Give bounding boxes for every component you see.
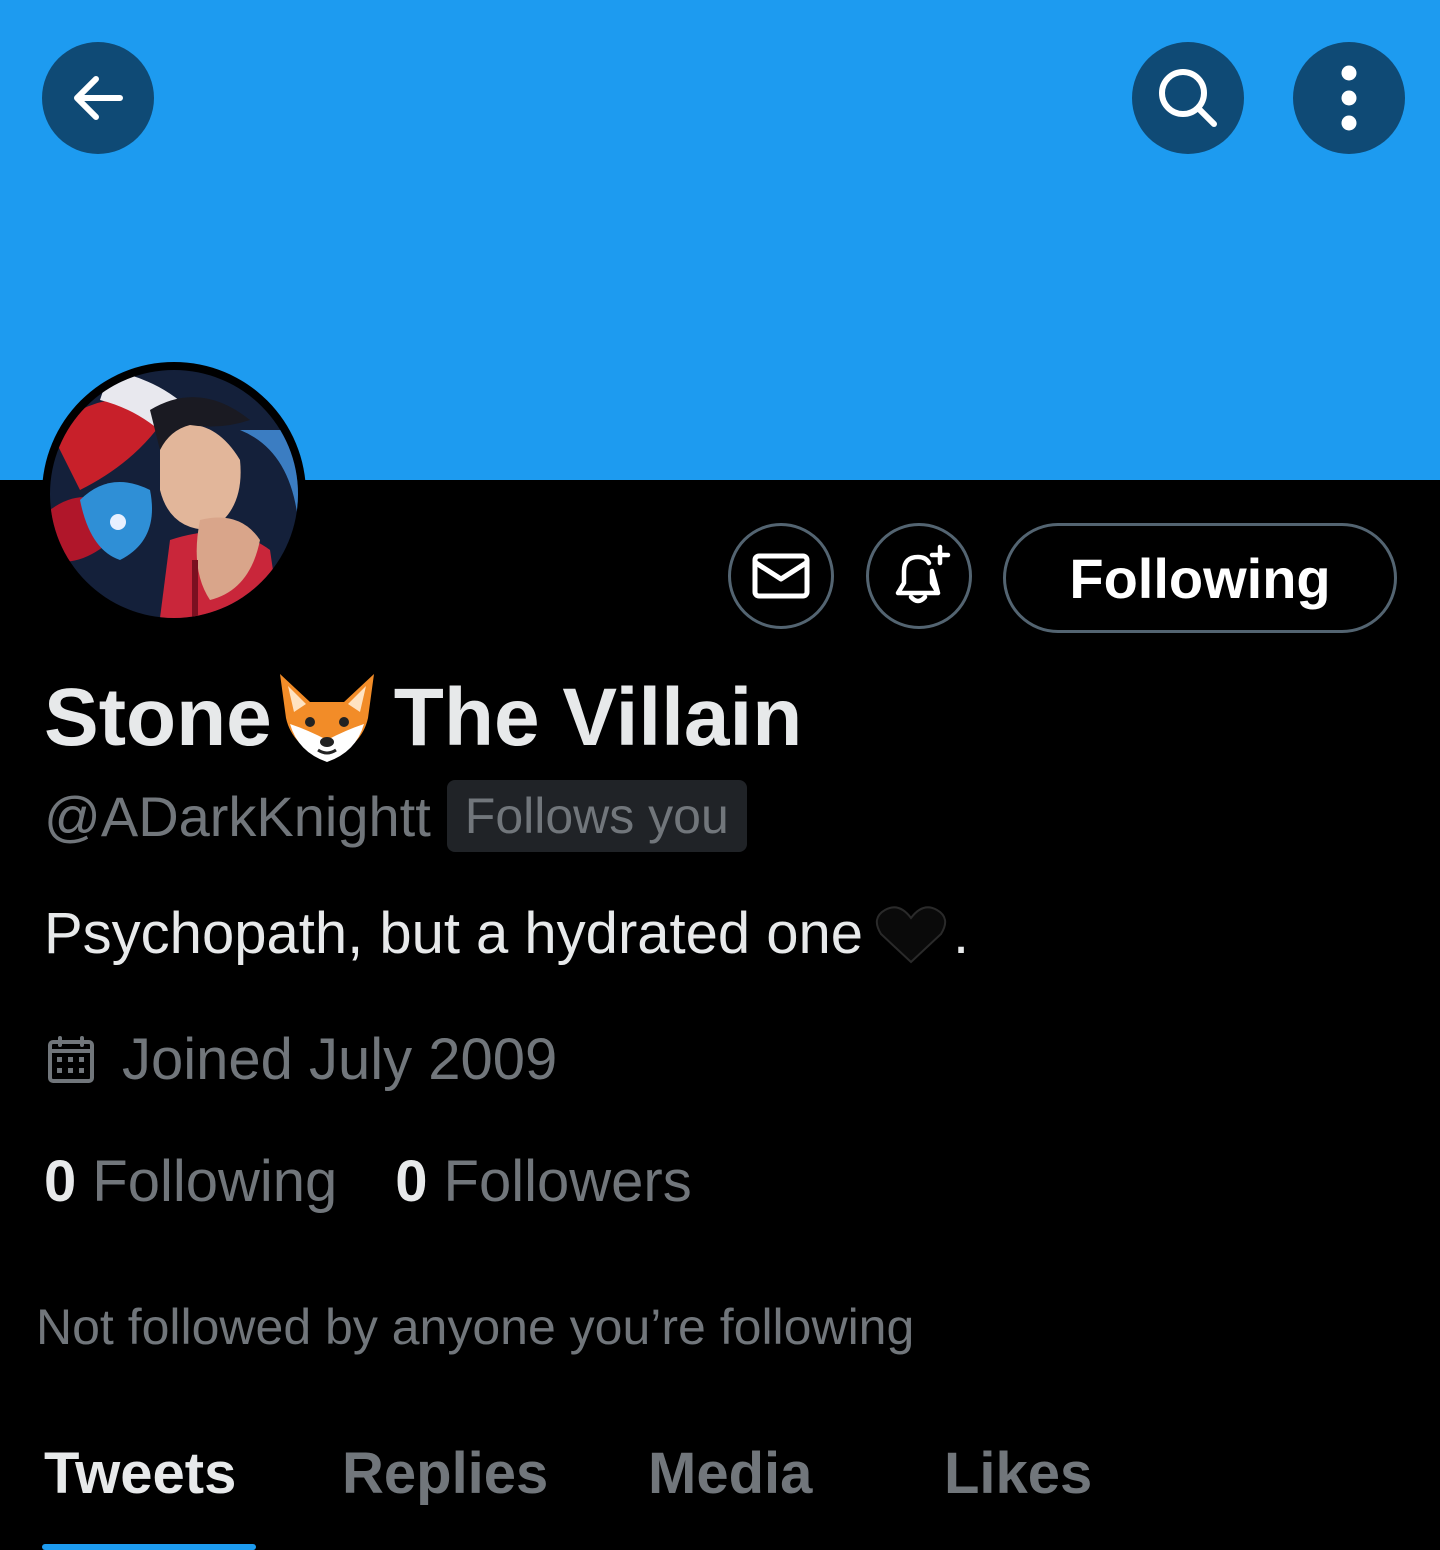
bio-end: .: [953, 901, 970, 966]
bell-plus-icon: [895, 544, 951, 604]
tab-replies[interactable]: Replies: [342, 1440, 548, 1507]
calendar-icon: [48, 1035, 94, 1083]
joined-date: Joined July 2009: [122, 1027, 558, 1092]
following-stat[interactable]: 0 Following: [44, 1148, 337, 1215]
notifications-button[interactable]: [866, 523, 972, 629]
arrow-left-icon: [74, 76, 123, 120]
fox-emoji: [279, 674, 374, 762]
tab-tweets[interactable]: Tweets: [44, 1440, 236, 1507]
mutual-followers-text: Not followed by anyone you’re following: [36, 1299, 915, 1355]
following-count: 0: [44, 1149, 77, 1214]
mail-icon: [752, 553, 810, 599]
avatar[interactable]: [42, 362, 306, 626]
display-name-part1: Stone: [44, 672, 272, 763]
black-heart-emoji: [875, 905, 947, 963]
following-button[interactable]: Following: [1003, 523, 1397, 633]
tab-media[interactable]: Media: [648, 1440, 812, 1507]
avatar-image: [50, 370, 298, 618]
following-label: Following: [92, 1149, 338, 1214]
more-vertical-icon: [1341, 65, 1357, 131]
search-button[interactable]: [1132, 42, 1244, 154]
more-options-button[interactable]: [1293, 42, 1405, 154]
followers-label: Followers: [443, 1149, 692, 1214]
follow-stats: 0 Following 0 Followers: [44, 1148, 692, 1215]
followers-count: 0: [395, 1149, 428, 1214]
followers-stat[interactable]: 0 Followers: [395, 1148, 691, 1215]
display-name: Stone The Villain: [44, 668, 802, 768]
display-name-part2: The Villain: [393, 672, 803, 763]
handle-row: @ADarkKnightt Follows you: [44, 780, 747, 852]
follows-you-badge: Follows you: [446, 780, 747, 852]
back-button[interactable]: [42, 42, 154, 154]
profile-page: Following Stone The Villain @ADarkKnight…: [0, 0, 1440, 1550]
user-handle: @ADarkKnightt: [44, 784, 431, 848]
active-tab-indicator: [42, 1544, 256, 1550]
profile-tabs: Tweets Replies Media Likes: [0, 1440, 1440, 1550]
joined-row: Joined July 2009: [46, 1026, 557, 1093]
bio-text: Psychopath, but a hydrated one: [44, 901, 864, 966]
tab-likes[interactable]: Likes: [944, 1440, 1092, 1507]
message-button[interactable]: [728, 523, 834, 629]
search-icon: [1159, 69, 1217, 127]
bio: Psychopath, but a hydrated one .: [44, 900, 969, 967]
